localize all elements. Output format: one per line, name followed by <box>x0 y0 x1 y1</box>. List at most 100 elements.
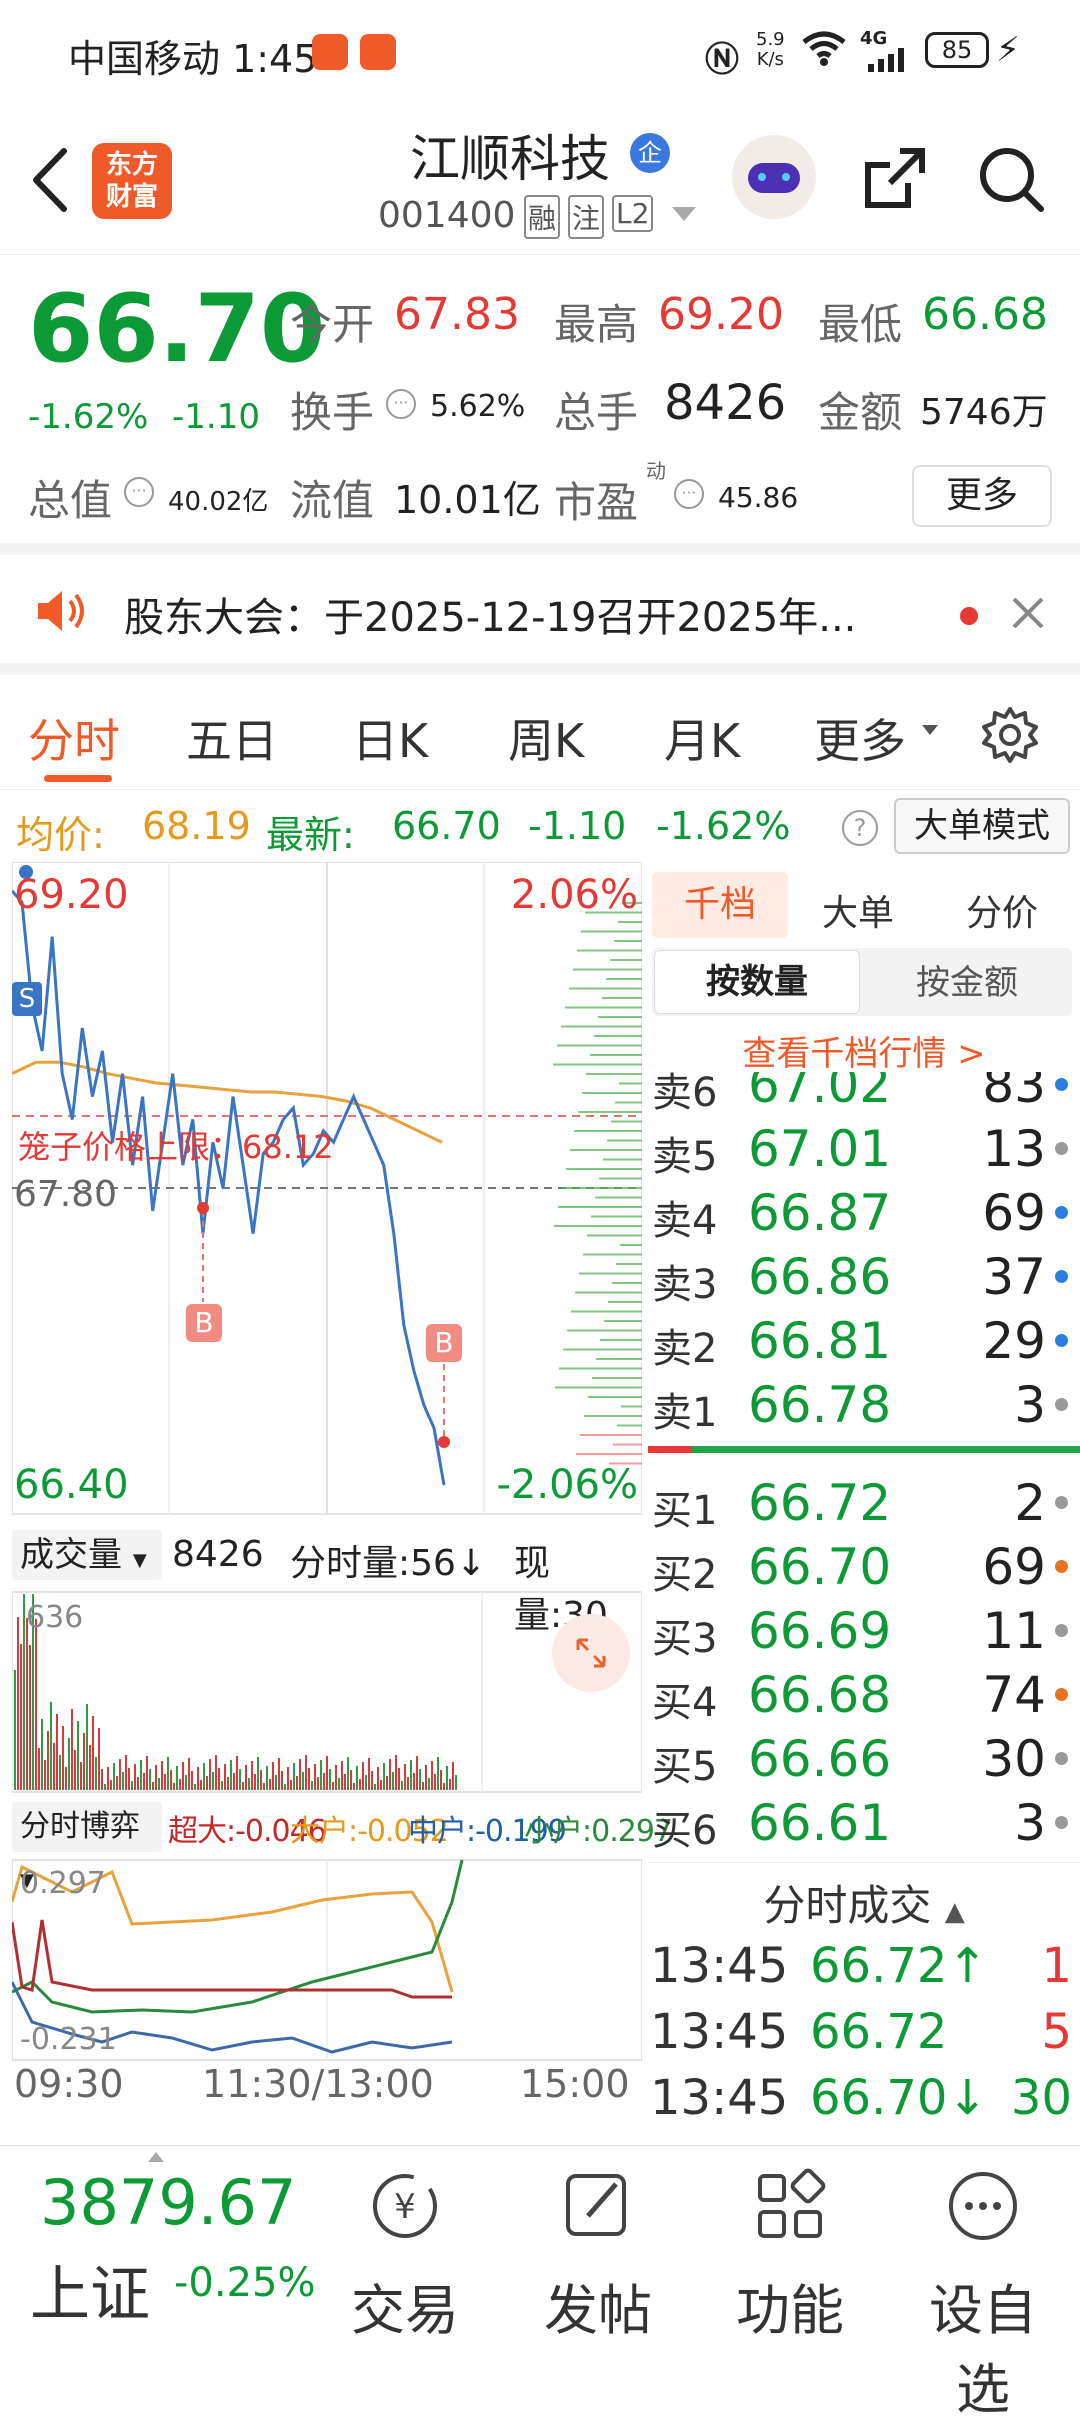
depth-bar <box>578 1111 642 1113</box>
more-button[interactable]: 更多 <box>912 465 1052 527</box>
tab-big-order[interactable]: 大单 <box>822 884 894 936</box>
depth-bar <box>595 1196 642 1199</box>
view-depth-link[interactable]: 查看千档行情 > <box>648 1026 1080 1075</box>
back-icon[interactable] <box>26 145 72 219</box>
volume-bar <box>407 1777 409 1790</box>
notice-bar[interactable]: 股东大会：于2025-12-19召开2025年... <box>0 555 1080 675</box>
buy-marker[interactable]: B <box>186 1304 222 1342</box>
volume-bar <box>284 1784 286 1790</box>
low-pct-label: -2.06% <box>496 1462 638 1508</box>
nav-add-watchlist[interactable]: 设自选 <box>903 2166 1063 2421</box>
order-book-panel: 千档 大单 分价 按数量 按金额 查看千档行情 > 卖6 67.02 83 卖5 67… <box>648 862 1080 2132</box>
volume-bar <box>335 1765 337 1790</box>
search-icon[interactable] <box>975 143 1047 219</box>
volume-bar <box>74 1750 76 1790</box>
status-bar: 中国移动 1:45 Ⓝ 5.9 K/s 4G 85 ⚡ <box>0 0 1080 105</box>
bid-row[interactable]: 买3 66.69 11 <box>648 1600 1080 1664</box>
depth-bar <box>574 1130 642 1132</box>
app-notification-icon <box>360 34 396 70</box>
volume-bar <box>281 1771 283 1790</box>
nav-functions[interactable]: 功能 <box>710 2166 870 2342</box>
info-icon[interactable]: ··· <box>386 389 416 419</box>
tab-depth[interactable]: 千档 <box>652 872 788 938</box>
depth-bar <box>620 1244 642 1246</box>
tab-price-breakdown[interactable]: 分价 <box>966 884 1038 936</box>
depth-bar <box>565 1006 642 1009</box>
volume-bar <box>368 1758 370 1790</box>
big-order-mode-button[interactable]: 大单模式 <box>894 798 1070 854</box>
tab-daily-k[interactable]: 日K <box>352 705 428 771</box>
volume-bar <box>239 1769 241 1790</box>
turnover-label: 换手 <box>290 388 375 437</box>
volume-bar <box>98 1728 100 1790</box>
pe-value: 45.86 <box>718 481 799 514</box>
minute-volume: 分时量:56↓ <box>290 1543 487 1584</box>
caret-up-icon <box>148 2152 164 2162</box>
volume-bar <box>101 1769 103 1790</box>
depth-bar <box>553 1063 642 1066</box>
bottom-bar: 3879.67 上证 -0.25% ¥ 交易 发帖 功能 设自选 <box>0 2145 1080 2421</box>
gear-icon[interactable] <box>980 705 1040 769</box>
tab-weekly-k[interactable]: 周K <box>508 705 584 771</box>
sell-marker[interactable]: S <box>12 982 42 1016</box>
volume-indicator-select[interactable]: 成交量 ▼ <box>12 1530 162 1580</box>
mcap-value: 40.02亿 <box>168 487 269 517</box>
volume-bar <box>197 1767 199 1790</box>
index-ticker[interactable]: 3879.67 上证 -0.25% <box>0 2146 330 2341</box>
ask-row[interactable]: 卖4 66.87 69 <box>648 1182 1080 1246</box>
depth-bar <box>606 978 642 980</box>
info-icon[interactable]: ··· <box>124 477 154 507</box>
current-price: 66.70 <box>28 275 326 384</box>
time-start: 09:30 <box>14 2062 124 2106</box>
depth-bar <box>613 1443 642 1446</box>
bid-row[interactable]: 买4 66.68 74 <box>648 1664 1080 1728</box>
nav-post[interactable]: 发帖 <box>518 2166 678 2342</box>
volume-bar <box>110 1780 112 1790</box>
caret-down-icon[interactable] <box>672 207 696 221</box>
bid-row[interactable]: 买6 66.61 3 <box>648 1792 1080 1856</box>
tab-intraday[interactable]: 分时 <box>28 705 120 771</box>
depth-bar <box>608 1301 642 1303</box>
volume-bar <box>71 1709 73 1790</box>
robot-assistant-icon[interactable] <box>732 135 816 219</box>
volume-total: 8426 <box>172 1534 264 1575</box>
depth-bar <box>619 1082 642 1085</box>
volume-bar <box>290 1780 292 1790</box>
game-indicator-select[interactable]: 分时博弈 ▼ <box>12 1802 162 1891</box>
low-value: 66.68 <box>922 289 1048 340</box>
game-indicator-label: 分时博弈 <box>20 1809 140 1844</box>
tab-monthly-k[interactable]: 月K <box>664 705 740 771</box>
volume-bar <box>215 1755 217 1790</box>
enterprise-badge: 企 <box>630 133 670 173</box>
close-icon[interactable] <box>1008 593 1048 637</box>
share-icon[interactable] <box>860 143 930 217</box>
help-icon[interactable]: ? <box>842 810 878 846</box>
tab-five-day[interactable]: 五日 <box>186 705 278 771</box>
bid-row[interactable]: 买5 66.66 30 <box>648 1728 1080 1792</box>
tab-more[interactable]: 更多 <box>814 705 906 771</box>
ask-row[interactable]: 卖1 66.78 3 <box>648 1374 1080 1438</box>
by-quantity-button[interactable]: 按数量 <box>654 950 860 1014</box>
depth-bar <box>607 1139 642 1142</box>
by-amount-button[interactable]: 按金额 <box>864 952 1070 1014</box>
ask-row[interactable]: 卖6 67.02 83 <box>648 1072 1080 1118</box>
ask-row[interactable]: 卖5 67.01 13 <box>648 1118 1080 1182</box>
depth-bar <box>567 1329 642 1332</box>
ticks-title[interactable]: 分时成交 ▲ <box>648 1872 1080 1933</box>
volume-bar <box>317 1777 319 1790</box>
depth-bar <box>563 1348 642 1351</box>
bid-row[interactable]: 买1 66.72 2 <box>648 1472 1080 1536</box>
volume-bar <box>440 1770 442 1790</box>
expand-icon[interactable] <box>552 1614 630 1692</box>
caret-down-icon <box>922 725 938 735</box>
ask-row[interactable]: 卖3 66.86 37 <box>648 1246 1080 1310</box>
info-icon[interactable]: ··· <box>674 479 704 509</box>
volume-bar <box>185 1775 187 1790</box>
ask-row[interactable]: 卖2 66.81 29 <box>648 1310 1080 1374</box>
buy-marker[interactable]: B <box>426 1324 462 1362</box>
volume-bar <box>377 1767 379 1790</box>
tick-row: 13:45 66.72↑ 1 <box>650 1938 1072 1994</box>
intraday-chart[interactable]: 69.20 2.06% S 笼子价格上限：68.12 67.80 东方财富 B … <box>12 862 673 2106</box>
nav-trade[interactable]: ¥ 交易 <box>325 2166 485 2342</box>
bid-row[interactable]: 买2 66.70 69 <box>648 1536 1080 1600</box>
